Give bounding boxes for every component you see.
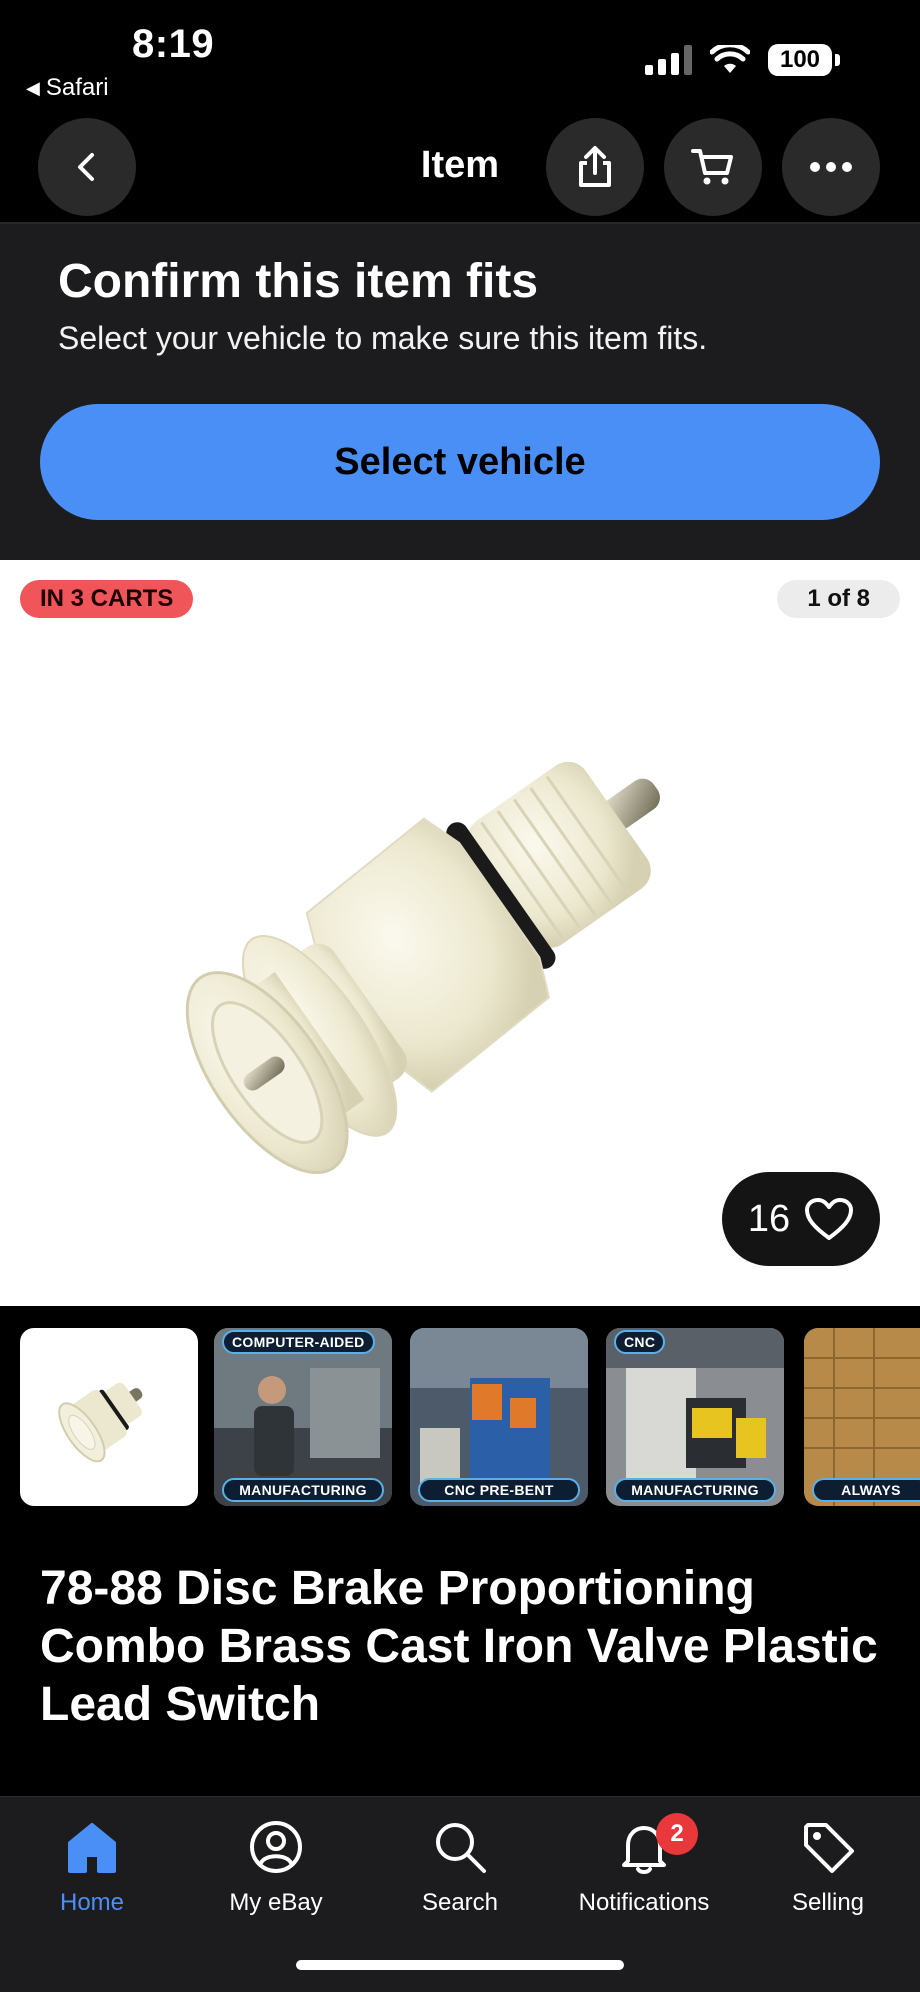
status-bar: 8:19 ◀ Safari 100 <box>0 0 920 112</box>
heart-icon <box>805 1198 854 1240</box>
thumbnail-bottom-caption: MANUFACTURING <box>614 1478 776 1502</box>
cart-button[interactable] <box>664 118 762 216</box>
product-image-carousel[interactable]: IN 3 CARTS 1 of 8 16 <box>0 560 920 1306</box>
thumbnail-bottom-caption: MANUFACTURING <box>222 1478 384 1502</box>
cart-icon <box>691 149 733 185</box>
fitment-section: Confirm this item fits Select your vehic… <box>0 222 920 560</box>
battery-level: 100 <box>768 44 832 76</box>
share-button[interactable] <box>546 118 644 216</box>
select-vehicle-button[interactable]: Select vehicle <box>40 404 880 520</box>
thumbnail-4[interactable]: CNC MANUFACTURING <box>606 1328 784 1506</box>
back-triangle-icon: ◀ <box>26 77 40 98</box>
thumbnail-top-caption: CNC <box>614 1330 666 1354</box>
item-title: 78-88 Disc Brake Proportioning Combo Bra… <box>40 1562 878 1731</box>
image-counter: 1 of 8 <box>777 580 900 618</box>
search-icon <box>436 1823 486 1873</box>
home-icon <box>68 1823 116 1873</box>
tag-icon <box>804 1823 854 1873</box>
status-time: 8:19 <box>132 22 215 66</box>
wifi-icon <box>710 45 750 73</box>
carts-badge: IN 3 CARTS <box>20 580 194 618</box>
tab-my-ebay-label: My eBay <box>229 1889 323 1916</box>
fitment-subtitle: Select your vehicle to make sure this it… <box>58 320 708 356</box>
thumbnail-strip[interactable]: COMPUTER-AIDED MANUFACTURING CNC PRE-BEN… <box>0 1306 920 1516</box>
home-indicator[interactable] <box>296 1960 624 1970</box>
watch-button[interactable]: 16 <box>722 1172 880 1266</box>
thumbnail-3[interactable]: CNC PRE-BENT <box>410 1328 588 1506</box>
tab-home-label: Home <box>59 1889 125 1916</box>
tab-selling-label: Selling <box>791 1889 865 1916</box>
tab-my-ebay[interactable]: My eBay <box>184 1819 368 1917</box>
thumbnail-bottom-caption: ALWAYS <box>812 1478 920 1502</box>
thumbnail-5[interactable]: ALWAYS <box>804 1328 920 1506</box>
user-icon <box>250 1821 302 1873</box>
battery-icon: 100 <box>768 44 840 76</box>
watch-count: 16 <box>747 1197 791 1240</box>
ellipsis-icon <box>810 162 852 172</box>
tab-search[interactable]: Search <box>368 1819 552 1917</box>
thumbnail-product-image <box>26 1334 192 1500</box>
more-options-button[interactable] <box>782 118 880 216</box>
back-app-label: Safari <box>45 74 109 101</box>
fitment-title: Confirm this item fits <box>58 255 539 308</box>
tab-search-label: Search <box>421 1889 499 1916</box>
status-indicators: 100 <box>645 44 840 76</box>
tab-home[interactable]: Home <box>0 1819 184 1917</box>
tab-notifications[interactable]: 2 Notifications <box>552 1813 736 1917</box>
back-to-app-link[interactable]: ◀ Safari <box>26 74 109 102</box>
tab-notifications-label: Notifications <box>578 1889 710 1916</box>
notification-count-badge: 2 <box>656 1813 698 1855</box>
thumbnail-top-caption: COMPUTER-AIDED <box>222 1330 375 1354</box>
thumbnail-1[interactable] <box>20 1328 198 1506</box>
share-icon <box>579 146 611 187</box>
thumbnail-bottom-caption: CNC PRE-BENT <box>418 1478 580 1502</box>
thumbnail-2[interactable]: COMPUTER-AIDED MANUFACTURING <box>214 1328 392 1506</box>
nav-bar: Item <box>0 112 920 222</box>
cellular-signal-icon <box>645 45 692 75</box>
tab-selling[interactable]: Selling <box>736 1819 920 1917</box>
